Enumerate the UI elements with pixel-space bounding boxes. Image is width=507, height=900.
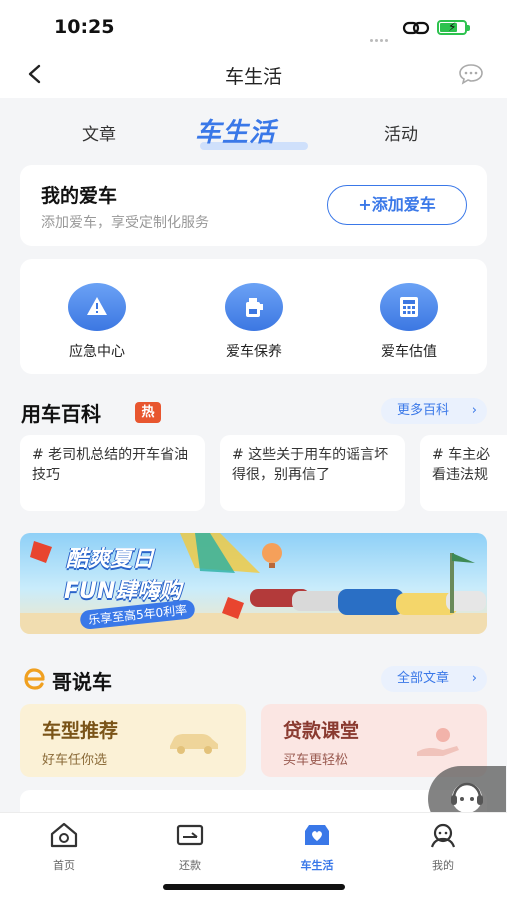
wiki-article-card[interactable]: # 老司机总结的开车省油技巧 — [20, 435, 205, 511]
more-wiki-label: 更多百科 — [397, 403, 450, 418]
card-icon — [176, 824, 204, 846]
wiki-section-title: 用车百科 — [21, 402, 101, 426]
car-life-icon — [305, 825, 329, 845]
warning-icon — [68, 283, 126, 331]
tab-repay[interactable]: 还款 — [150, 821, 230, 873]
my-car-card: 我的爱车 添加爱车，享受定制化服务 +添加爱车 — [20, 165, 487, 246]
profile-icon — [430, 823, 456, 848]
calculator-icon — [380, 283, 438, 331]
banner-title-2: FUN肆嗨购 — [64, 579, 182, 604]
my-car-title: 我的爱车 — [41, 185, 118, 207]
status-bar: 10:25 ⚡ — [0, 0, 507, 50]
battery-icon: ⚡ — [437, 20, 470, 35]
all-articles-label: 全部文章 — [397, 671, 450, 686]
promo-banner[interactable]: 酷爽夏日 FUN肆嗨购 乐享至高5年0利率 — [20, 533, 487, 634]
tab-label: 车生活 — [300, 859, 334, 872]
page-title: 车生活 — [224, 66, 282, 88]
wiki-article-card[interactable]: # 这些关于用车的谣言坏得很，别再信了 — [220, 435, 405, 511]
tab-label: 首页 — [53, 859, 75, 872]
tab-car-life-bottom[interactable]: 车生活 — [277, 821, 357, 873]
loan-hand-icon — [417, 728, 459, 756]
home-icon — [50, 822, 78, 848]
tab-label: 还款 — [179, 859, 201, 872]
link-icon — [402, 21, 430, 35]
oil-can-icon — [225, 283, 283, 331]
chevron-right-icon: › — [471, 671, 477, 686]
service-label: 爱车估值 — [381, 344, 437, 360]
tab-article[interactable]: 文章 — [82, 120, 116, 145]
service-emergency[interactable]: 应急中心 — [52, 283, 142, 361]
home-indicator[interactable] — [163, 884, 345, 890]
my-car-subtitle: 添加爱车，享受定制化服务 — [41, 215, 209, 231]
wiki-article-card[interactable]: # 车主必看违法规 — [420, 435, 507, 511]
car-recommend-card[interactable]: 车型推荐 好车任你选 — [20, 704, 246, 777]
nav-bar: 车生活 — [0, 50, 507, 98]
tab-car-life[interactable]: 车生活 — [195, 112, 276, 149]
service-maintenance[interactable]: 爱车保养 — [209, 283, 299, 361]
chat-icon[interactable] — [458, 63, 484, 85]
tab-label: 我的 — [432, 859, 454, 872]
hot-badge: 热 — [135, 402, 161, 423]
all-articles-button[interactable]: 全部文章 › — [381, 666, 487, 692]
signal-icon — [370, 27, 396, 42]
tab-mine[interactable]: 我的 — [403, 821, 483, 873]
add-car-button[interactable]: +添加爱车 — [327, 185, 467, 225]
echar-section-title: 哥说车 — [52, 670, 112, 694]
car-icon — [170, 734, 218, 754]
tab-activity[interactable]: 活动 — [384, 120, 418, 145]
service-label: 爱车保养 — [226, 344, 282, 360]
status-time: 10:25 — [54, 16, 115, 38]
services-card: 应急中心 爱车保养 爱车估值 — [20, 259, 487, 374]
e-logo-icon — [24, 668, 45, 690]
chevron-right-icon: › — [471, 403, 477, 418]
banner-title: 酷爽夏日 — [66, 547, 155, 572]
top-tabs: 文章 车生活 活动 — [0, 106, 507, 154]
more-wiki-button[interactable]: 更多百科 › — [381, 398, 487, 424]
service-valuation[interactable]: 爱车估值 — [364, 283, 454, 361]
service-label: 应急中心 — [69, 344, 125, 360]
tab-home[interactable]: 首页 — [24, 821, 104, 873]
